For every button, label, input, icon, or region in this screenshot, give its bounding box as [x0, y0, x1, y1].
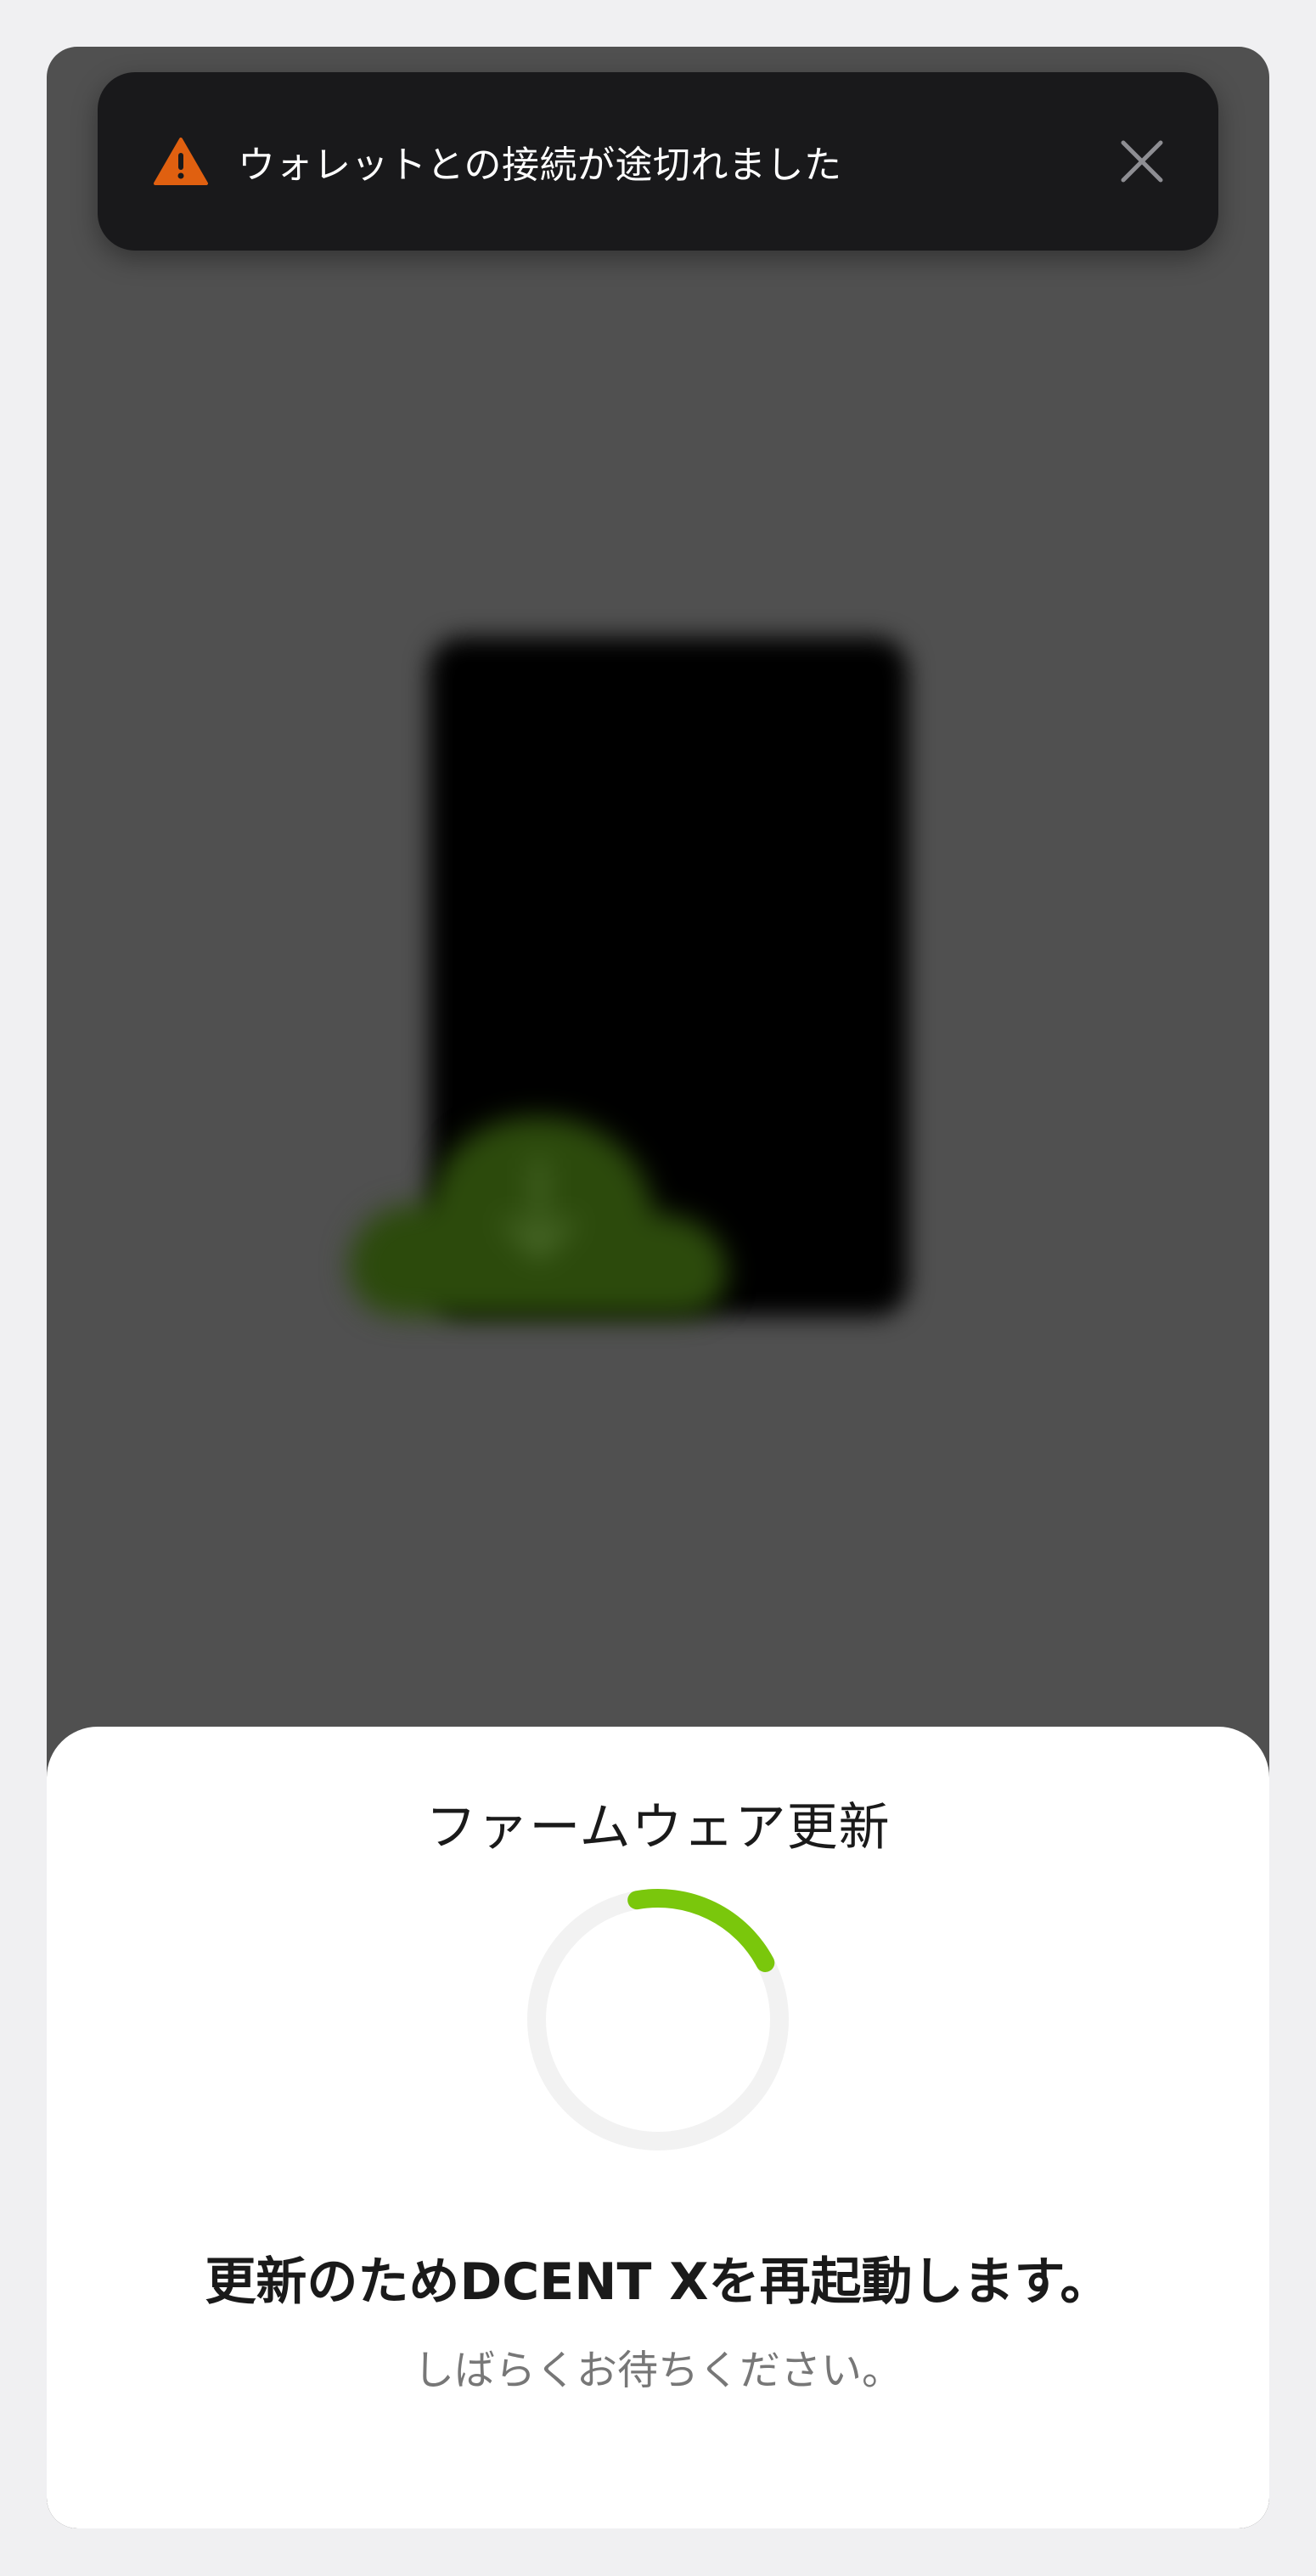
- close-icon[interactable]: [1116, 136, 1167, 187]
- loading-spinner: [527, 1889, 789, 2150]
- spinner-progress-arc: [527, 1889, 789, 2150]
- device-illustration: [47, 47, 1269, 1728]
- wait-message: しばらくお待ちください。: [413, 2347, 903, 2394]
- firmware-update-sheet: ファームウェア更新 更新のためDCENT Xを再起動します。 しばらくお待ちくだ…: [47, 1727, 1269, 2528]
- cloud-download-icon: [349, 1116, 728, 1316]
- sheet-title: ファームウェア更新: [425, 1798, 891, 1857]
- app-screen: ウォレットとの接続が途切れました ファームウェア更新 更新のためDCENT Xを…: [47, 47, 1269, 2528]
- restart-message: 更新のためDCENT Xを再起動します。: [205, 2252, 1111, 2312]
- connection-lost-toast: ウォレットとの接続が途切れました: [98, 72, 1218, 251]
- warning-icon: [154, 138, 208, 185]
- toast-message: ウォレットとの接続が途切れました: [238, 144, 842, 187]
